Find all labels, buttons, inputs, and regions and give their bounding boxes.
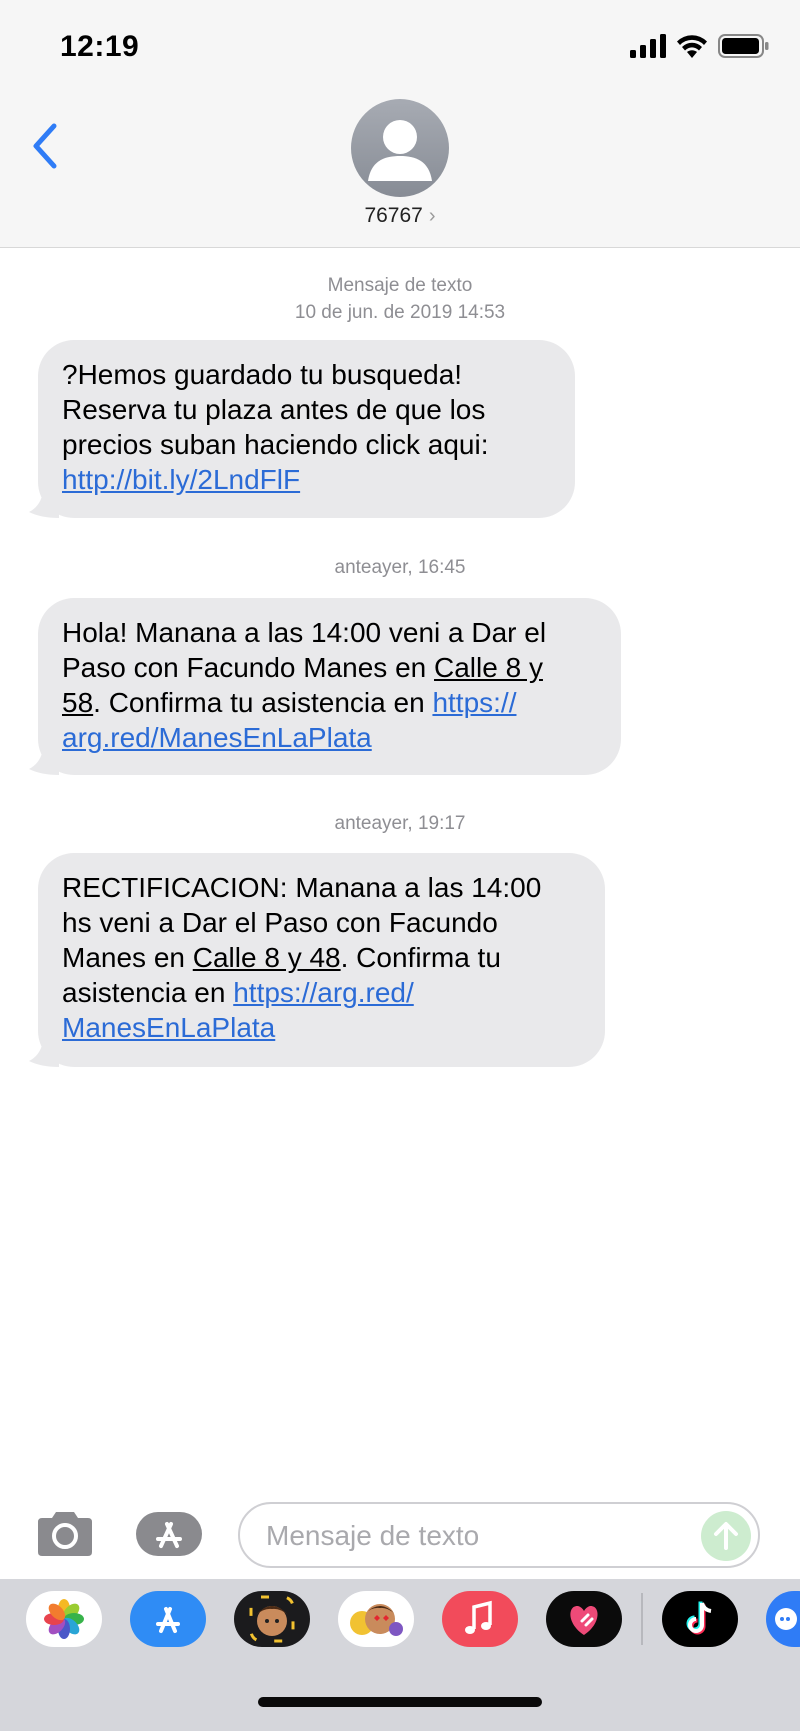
- conversation-header: 12:19 76767 ›: [0, 0, 800, 248]
- signal-icon: [630, 34, 666, 58]
- back-chevron-icon[interactable]: [30, 122, 60, 170]
- message-bubble[interactable]: Hola! Manana a las 14:00 veni a Dar el P…: [29, 598, 621, 775]
- contact-avatar[interactable]: [351, 99, 449, 197]
- message-input[interactable]: [264, 1504, 688, 1568]
- person-icon: [368, 120, 432, 181]
- wifi-icon: [677, 35, 707, 58]
- message-line: 58. Confirma tu asistencia en https://: [62, 685, 595, 720]
- tiktok-icon[interactable]: [662, 1591, 738, 1647]
- message-line: Paso con Facundo Manes en Calle 8 y: [62, 650, 595, 685]
- status-icons: [630, 34, 770, 60]
- message-timestamp: anteayer, 16:45: [334, 557, 466, 578]
- message-timestamp: anteayer, 19:17: [334, 813, 466, 834]
- timestamp-type: Mensaje de texto: [327, 275, 473, 296]
- message-line: asistencia en https://arg.red/: [62, 975, 579, 1010]
- app-store-button-icon[interactable]: [134, 1510, 204, 1558]
- message-text: asistencia en: [62, 977, 234, 1008]
- camera-icon[interactable]: [34, 1510, 96, 1558]
- message-bubble[interactable]: RECTIFICACION: Manana a las 14:00 hs ven…: [29, 853, 605, 1067]
- message-bubble[interactable]: ?Hemos guardado tu busqueda! Reserva tu …: [29, 340, 575, 518]
- message-link[interactable]: https://arg.red/: [233, 977, 414, 1008]
- contact-number: 76767: [364, 204, 423, 227]
- battery-icon: [718, 34, 769, 58]
- message-text: . Confirma tu asistencia en: [93, 687, 433, 718]
- message-text: . Confirma tu: [340, 942, 501, 973]
- bubble-tail: [29, 488, 59, 518]
- photos-icon[interactable]: [26, 1591, 102, 1647]
- message-line: precios suban haciendo click aqui:: [62, 429, 489, 460]
- bubble-tail: [29, 1037, 59, 1067]
- memoji-icon[interactable]: [234, 1591, 310, 1647]
- message-line: ?Hemos guardado tu busqueda!: [62, 359, 463, 390]
- digital-touch-icon[interactable]: [546, 1591, 622, 1647]
- music-icon[interactable]: [442, 1591, 518, 1647]
- message-link[interactable]: ManesEnLaPlata: [62, 1012, 275, 1043]
- address-link[interactable]: Calle 8 y 48: [193, 942, 341, 973]
- send-button[interactable]: [701, 1511, 751, 1561]
- address-link[interactable]: Calle 8 y: [434, 652, 543, 683]
- app-strip-divider: [641, 1593, 643, 1645]
- message-line: Manes en Calle 8 y 48. Confirma tu: [62, 940, 579, 975]
- message-link[interactable]: https://: [432, 687, 516, 718]
- message-link[interactable]: http://bit.ly/2LndFlF: [62, 464, 300, 495]
- animoji-icon[interactable]: [338, 1591, 414, 1647]
- arrow-up-icon: [714, 1522, 738, 1550]
- message-line: Hola! Manana a las 14:00 veni a Dar el: [62, 617, 547, 648]
- imessage-app-strip: [0, 1579, 800, 1731]
- home-indicator[interactable]: [258, 1697, 542, 1707]
- message-line: hs veni a Dar el Paso con Facundo: [62, 907, 498, 938]
- app-store-icon[interactable]: [130, 1591, 206, 1647]
- message-text: Manes en: [62, 942, 193, 973]
- message-timestamp: Mensaje de texto 10 de jun. de 2019 14:5…: [0, 272, 800, 326]
- message-text: Paso con Facundo Manes en: [62, 652, 435, 683]
- timestamp-date: 10 de jun. de 2019 14:53: [294, 302, 506, 323]
- status-time: 12:19: [60, 30, 140, 63]
- contact-name[interactable]: 76767 ›: [0, 204, 800, 228]
- chevron-right-icon: ›: [428, 205, 436, 227]
- more-apps-icon[interactable]: [766, 1591, 800, 1647]
- address-link[interactable]: 58: [62, 687, 93, 718]
- message-input-field[interactable]: [238, 1502, 760, 1568]
- bubble-tail: [29, 745, 59, 775]
- message-line: Reserva tu plaza antes de que los: [62, 394, 486, 425]
- message-link[interactable]: arg.red/ManesEnLaPlata: [62, 722, 372, 753]
- message-line: RECTIFICACION: Manana a las 14:00: [62, 872, 542, 903]
